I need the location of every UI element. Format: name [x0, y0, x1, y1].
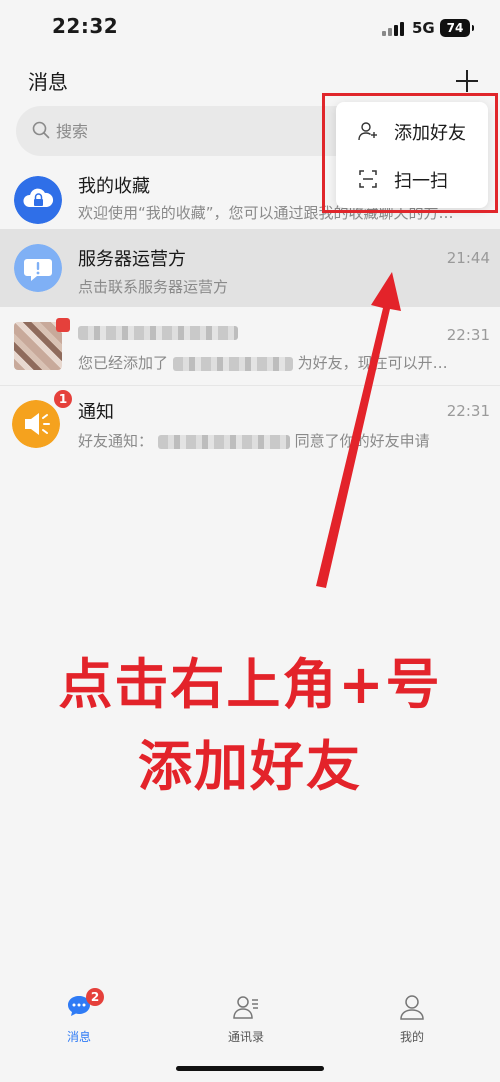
- conversation-preview: 好友通知： 同意了你的好友申请: [78, 432, 430, 450]
- unread-badge: 2: [86, 988, 104, 1006]
- tab-label: 通讯录: [227, 1030, 264, 1044]
- annotation-text-line1: 点击右上角+号: [58, 653, 442, 716]
- conversation-title: 服务器运营方: [78, 249, 186, 270]
- search-icon: [32, 121, 50, 139]
- speaker-icon: [12, 400, 60, 448]
- divider: [0, 385, 500, 386]
- conversation-notification[interactable]: 1 通知 好友通知： 同意了你的好友申请 22:31: [0, 388, 500, 468]
- status-bar: 22:32 5G 74: [0, 0, 500, 56]
- signal-icon: [382, 22, 408, 36]
- network-type: 5G: [412, 19, 435, 37]
- tab-contacts[interactable]: 通讯录: [186, 980, 306, 1050]
- add-button[interactable]: [452, 66, 482, 96]
- unread-badge: 1: [54, 390, 72, 408]
- tab-me[interactable]: 我的: [352, 980, 472, 1050]
- tab-messages[interactable]: 2 消息: [19, 980, 139, 1050]
- profile-icon: [400, 995, 424, 1020]
- tab-label: 我的: [399, 1030, 424, 1044]
- unread-dot: [56, 318, 70, 332]
- page-title: 消息: [28, 70, 68, 94]
- home-indicator: [176, 1066, 324, 1071]
- conversation-time: 22:31: [446, 402, 490, 420]
- chat-alert-icon: [14, 244, 62, 292]
- conversation-preview: 点击联系服务器运营方: [78, 278, 229, 296]
- conversation-title: [78, 322, 238, 343]
- cloud-lock-icon: [14, 176, 62, 224]
- conversation-title: 通知: [78, 402, 114, 423]
- annotation-highlight-box: [322, 93, 498, 213]
- tab-label: 消息: [66, 1030, 91, 1044]
- contacts-icon: [233, 996, 258, 1019]
- user-photo-avatar: [14, 322, 62, 370]
- conversation-title: 我的收藏: [78, 176, 150, 197]
- status-time: 22:32: [52, 14, 119, 38]
- search-input[interactable]: [56, 118, 316, 144]
- battery-icon: 74: [440, 19, 474, 37]
- conversation-time: 21:44: [446, 249, 490, 267]
- annotation-text-line2: 添加好友: [138, 735, 362, 798]
- conversation-friend[interactable]: 您已经添加了 为好友，现在可以开… 22:31: [0, 308, 500, 388]
- conversation-preview: 您已经添加了 为好友，现在可以开…: [78, 354, 448, 372]
- conversation-time: 22:31: [446, 326, 490, 344]
- conversation-server-operator[interactable]: 服务器运营方 点击联系服务器运营方 21:44: [0, 229, 500, 307]
